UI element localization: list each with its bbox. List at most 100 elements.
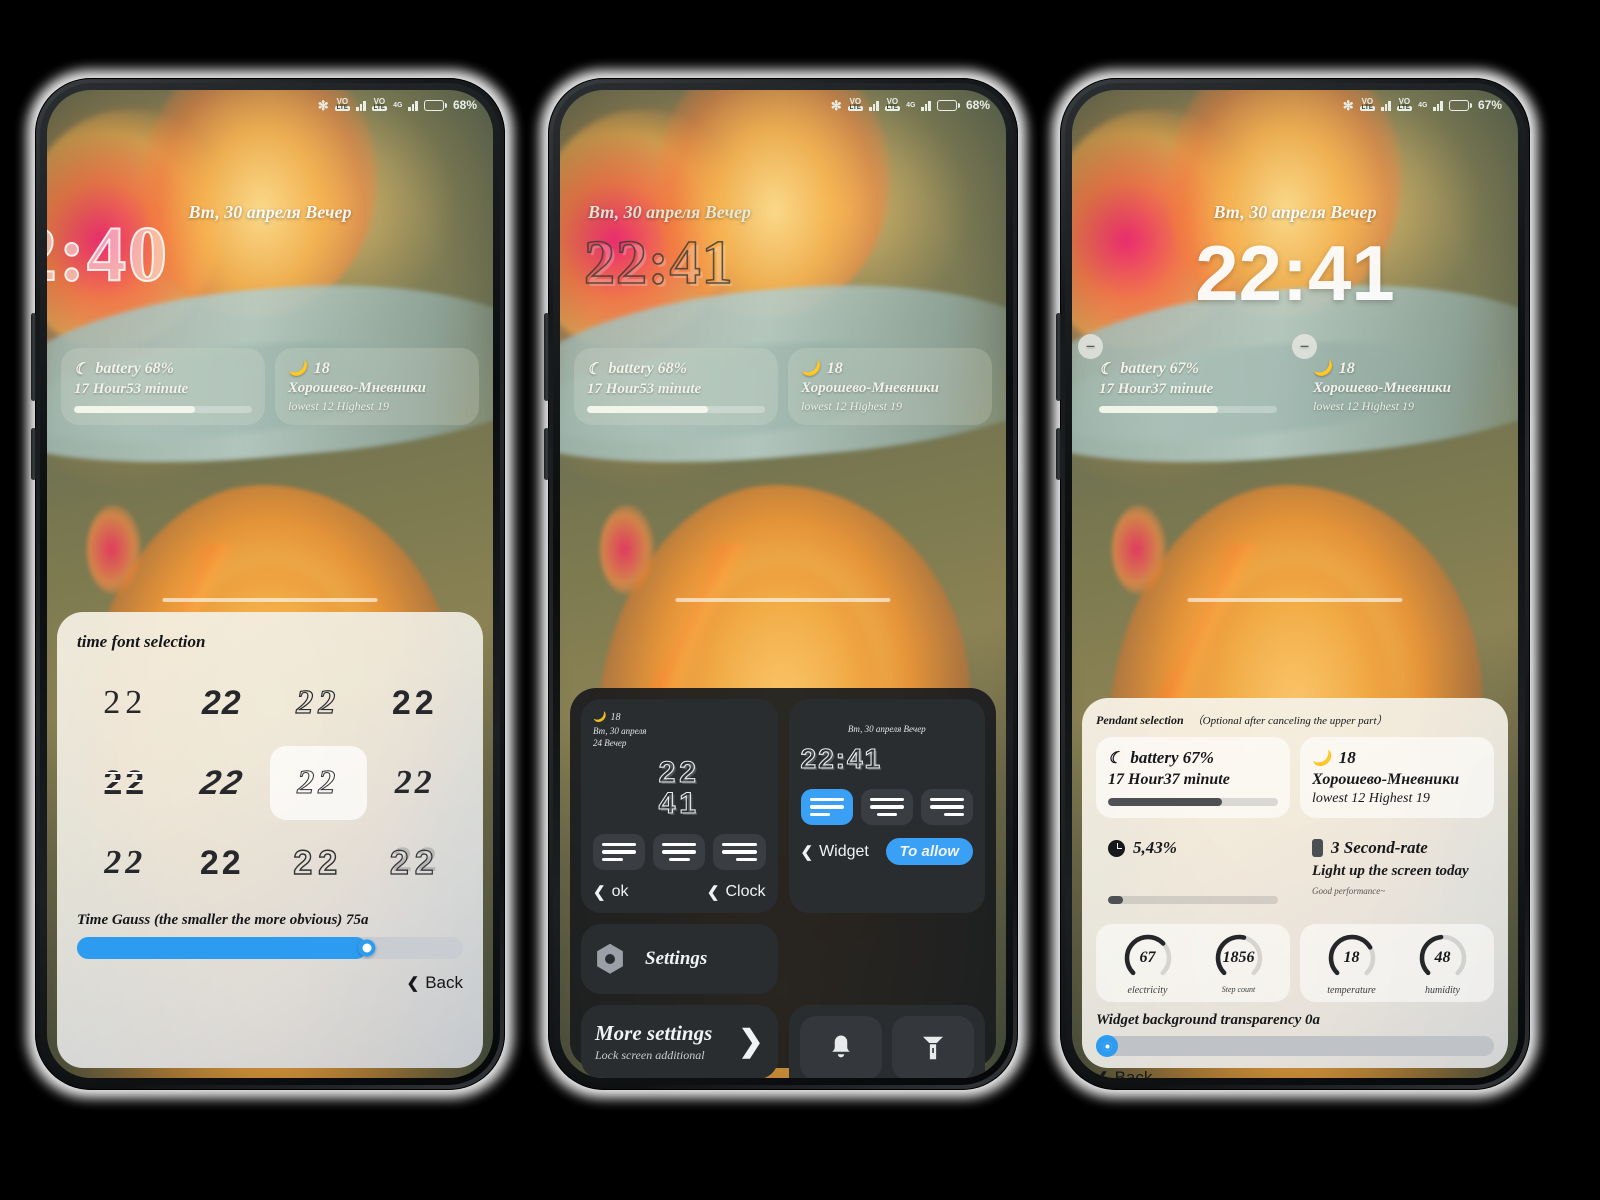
clock-preview-stacked[interactable]: 🌙 18 Вт, 30 апреля 24 Вечер 22 41 ❮ ok ❮… [581,699,778,913]
screen-icon [1312,839,1323,857]
swipe-handle-3[interactable] [1187,598,1403,602]
font-sample-3[interactable]: 22 [367,666,464,740]
pendant-panel-note: （Optional after canceling the upper part… [1191,715,1388,727]
lock-widgets-2: ☾ battery 68% 17 Hour53 minute 🌙 18 Хоро… [574,348,992,425]
clock-button[interactable]: ❮ Clock [707,883,766,901]
pendant-screen-title: 3 Second-rate [1331,838,1428,857]
remove-widget-button-battery[interactable]: − [1078,334,1103,359]
status-bar-2: ✻ VO LTE VO LTE 4G 68% [831,98,990,112]
align-left-button-selected[interactable] [800,789,853,826]
power-button-2[interactable] [544,428,549,480]
more-settings-sub: Lock screen additional [595,1047,705,1062]
gauge-electricity[interactable]: 67 electricity [1122,932,1174,996]
battery-arc-icon: ☾ [1099,361,1114,378]
lock-clock-3[interactable]: 22:41 [1072,228,1518,319]
lock-clock-2[interactable]: 22:41 [560,228,1006,299]
gauge-humidity[interactable]: 48 humidity [1417,932,1469,996]
signal-bars-2 [921,100,931,111]
ok-button[interactable]: ❮ ok [593,883,628,901]
transparency-slider[interactable] [1096,1035,1494,1057]
battery-icon [936,99,960,111]
weather-city: Хорошево-Мневники [1313,380,1451,396]
lock-clock-1[interactable]: 22:40 [47,209,168,298]
pendant-screen-card[interactable]: 3 Second-rate Light up the screen today … [1300,827,1494,915]
battery-icon [423,99,447,111]
battery-widget-2[interactable]: ☾ battery 68% 17 Hour53 minute [574,348,778,425]
phone-screen-1: ✻ VO LTE VO LTE 4G 68% Вт, 30 апреля Веч… [47,90,493,1078]
font-sample-11[interactable]: 22 [367,826,464,900]
back-button-3[interactable]: ❮ Back [1096,1068,1494,1078]
preview-date-line1: Вт, 30 апреля [593,725,647,736]
battery-widget-title: battery 67% [1120,360,1199,377]
font-sample-10[interactable]: 22 [270,826,367,900]
pendant-battery-sub: 17 Hour37 minute [1108,771,1230,788]
signal-bars-1 [869,100,879,111]
gauge-group-right[interactable]: 18 temperature 48 humidity [1300,924,1494,1002]
align-right-button-2[interactable] [920,789,974,826]
network-type-label: 4G [393,101,403,109]
battery-widget-3[interactable]: − ☾ battery 67% 17 Hour37 minute [1078,334,1290,425]
font-sample-4[interactable]: 22 [77,746,174,820]
font-sample-6[interactable]: 22 [270,746,367,820]
power-button-3[interactable] [1056,428,1061,480]
swipe-handle-1[interactable] [162,598,378,602]
weather-city: Хорошево-Мневники [288,380,426,396]
flashlight-button[interactable] [891,1015,974,1078]
volte-sub-2: LTE [884,104,901,111]
swipe-handle-2[interactable] [675,598,891,602]
font-sample-5[interactable]: 22 [166,746,278,820]
align-center-button-2[interactable] [860,789,913,826]
gauge-ring: 67 [1122,932,1174,984]
align-center-button[interactable] [653,833,706,870]
bell-icon [831,1035,850,1058]
gauss-slider[interactable] [77,937,463,959]
widget-button[interactable]: ❮ Widget [801,843,869,861]
battery-arc-icon: ☾ [74,361,89,378]
volte-icon-2: VO LTE [1396,98,1413,111]
battery-widget[interactable]: ☾ battery 68% 17 Hour53 minute [61,348,265,425]
back-button-1[interactable]: ❮ Back [77,973,463,993]
pendant-usage-card[interactable]: 5,43% [1096,827,1290,915]
battery-arc-icon: ☾ [587,361,602,378]
to-allow-button[interactable]: To allow [885,838,973,866]
weather-widget-3[interactable]: − 🌙 18 Хорошево-Мневники lowest 12 Highe… [1292,334,1504,425]
pendant-panel-header: Pendant selection （Optional after cancel… [1096,712,1494,728]
gauge-step-count[interactable]: 1856 Step count [1213,932,1265,996]
weather-widget[interactable]: 🌙 18 Хорошево-Мневники lowest 12 Highest… [275,348,479,425]
more-settings-tile[interactable]: More settings Lock screen additional ❯ [581,1004,778,1078]
remove-widget-button-weather[interactable]: − [1292,334,1317,359]
bell-button[interactable] [799,1015,882,1078]
preview-temp: 18 [610,712,621,723]
to-allow-label: To allow [899,843,959,861]
pendant-battery-bar [1108,798,1278,806]
font-sample-8[interactable]: 22 [77,826,174,900]
battery-widget-sub: 17 Hour37 minute [1099,381,1214,397]
align-left-button[interactable] [593,833,646,870]
weather-widget-2[interactable]: 🌙 18 Хорошево-Мневники lowest 12 Highest… [788,348,992,425]
pendant-battery-card[interactable]: ☾ battery 67% 17 Hour37 minute [1096,737,1290,818]
weather-temp: 18 [313,359,330,377]
font-sample-1[interactable]: 22 [174,666,271,740]
font-sample-0[interactable]: 22 [77,666,174,740]
battery-widget-sub: 17 Hour53 minute [74,381,189,397]
settings-tile[interactable]: Settings [581,923,778,994]
font-sample-2[interactable]: 22 [270,666,367,740]
clock-preview-inline[interactable]: Вт, 30 апреля Вечер 22:41 ❮ Widget To al… [788,699,985,913]
power-button[interactable] [31,428,36,480]
align-right-button[interactable] [713,833,766,870]
font-sample-grid: 22 22 22 22 22 22 22 22 22 22 22 22 [77,666,463,900]
volume-button[interactable] [31,313,36,401]
font-sample-7[interactable]: 22 [367,746,464,820]
volte-sub-2: LTE [1396,104,1413,111]
volume-button-3[interactable] [1056,313,1061,401]
volume-button-2[interactable] [544,313,549,401]
pendant-weather-card[interactable]: 🌙 18 Хорошево-Мневники lowest 12 Highest… [1300,737,1494,818]
font-sample-9[interactable]: 22 [174,826,271,900]
signal-bars-2 [1433,100,1443,111]
status-bar: ✻ VO LTE VO LTE 4G 68% [318,98,477,112]
battery-widget-title: battery 68% [95,360,174,377]
clock-icon [1108,839,1125,857]
bluetooth-icon: ✻ [830,97,842,113]
gauge-group-left[interactable]: 67 electricity 1856 Step count [1096,924,1290,1002]
gauge-temperature[interactable]: 18 temperature [1326,932,1378,996]
